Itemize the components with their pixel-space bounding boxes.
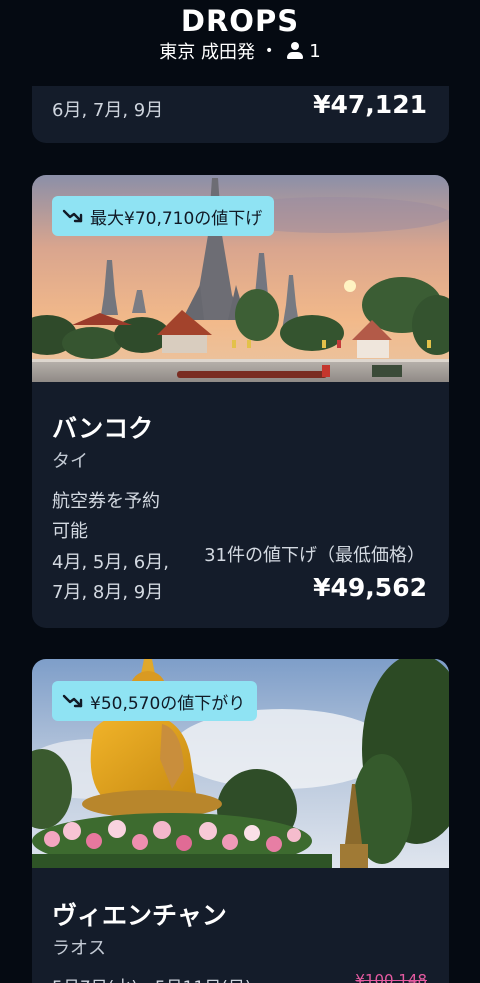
months-line: 7月, 8月, 9月 [52,582,164,603]
city-name: バンコク [52,414,154,443]
travel-months: 6月, 7月, 9月 [52,100,164,121]
separator: • [265,43,274,59]
badge-label: 最大¥70,710の値下げ [90,208,263,229]
price-drop-badge: 最大¥70,710の値下げ [52,196,275,236]
travel-months: 4月, 5月, 6月, 7月, 8月, 9月 [52,548,192,608]
country-name: タイ [52,451,88,472]
deal-card-bangkok[interactable]: 最大¥70,710の値下げ バンコク タイ 航空券を予約 可能 4月, 5月, … [32,175,449,628]
trending-down-icon [62,694,83,708]
passenger-count: 1 [309,40,321,62]
origin-label: 東京 成田発 [159,42,255,63]
travel-dates: 5月7日(水) - 5月11日(日) [52,973,252,983]
deal-card-vientiane[interactable]: ¥50,570の値下がり ヴィエンチャン ラオス 5月7日(水) - 5月11日… [32,659,449,983]
booking-line: 可能 [52,521,88,542]
app-logo: DROPS [180,4,300,38]
price-drop-count: 31件の値下げ（最低価格） [204,545,425,566]
trending-down-icon [62,209,83,223]
booking-availability: 航空券を予約 可能 [52,487,182,547]
deal-price: ¥47,121 [313,90,427,119]
city-name: ヴィエンチャン [52,901,227,930]
app-header: DROPS 東京 成田発 • 1 [0,0,480,86]
badge-label: ¥50,570の値下がり [90,693,246,714]
months-line: 4月, 5月, 6月, [52,552,169,573]
deal-price: ¥49,562 [313,573,427,602]
price-drop-badge: ¥50,570の値下がり [52,681,258,721]
person-icon [287,42,304,60]
booking-line: 航空券を予約 [52,491,160,512]
search-summary[interactable]: 東京 成田発 • 1 [0,38,480,64]
old-price: ¥100,148 [355,971,427,983]
country-name: ラオス [52,938,106,959]
